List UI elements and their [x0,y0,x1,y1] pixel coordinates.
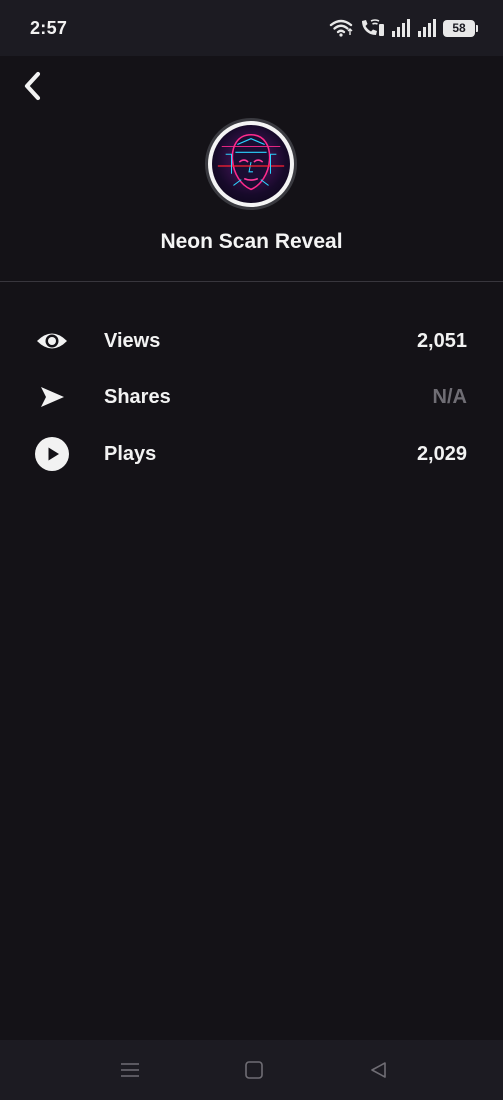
neon-face-scan-image [212,125,290,203]
home-button[interactable] [241,1058,267,1082]
status-time: 2:57 [30,17,68,38]
send-arrow-icon [34,379,70,415]
eye-icon [34,323,70,359]
stat-label: Shares [104,385,171,408]
divider [0,281,503,282]
back-triangle-icon [371,1062,386,1078]
signal-icon [392,19,410,37]
status-icons: 58 [329,18,478,38]
menu-button[interactable] [117,1058,143,1082]
stat-value: 2,051 [416,329,467,352]
stat-value: 2,029 [416,442,467,465]
back-button[interactable] [16,66,50,106]
signal-icon [418,19,436,37]
stat-row-views: Views 2,051 [0,317,503,365]
wifi-icon [329,19,353,37]
stat-label: Plays [104,442,157,465]
wifi-calling-icon [362,19,384,36]
menu-icon [121,1063,139,1077]
lens-thumbnail [205,118,297,210]
system-nav-bar [0,1040,503,1100]
status-bar: 2:57 58 [0,0,503,56]
lens-title: Neon Scan Reveal [160,230,343,253]
stat-row-shares: Shares N/A [0,373,503,421]
stat-label: Views [104,329,161,352]
back-nav-button[interactable] [366,1058,392,1082]
stat-row-plays: Plays 2,029 [0,430,503,478]
stat-value: N/A [432,385,467,408]
battery-level: 58 [452,21,466,35]
home-square-icon [245,1061,263,1079]
chevron-left-icon [24,71,41,101]
battery-icon: 58 [443,19,478,37]
play-circle-icon [34,436,70,472]
